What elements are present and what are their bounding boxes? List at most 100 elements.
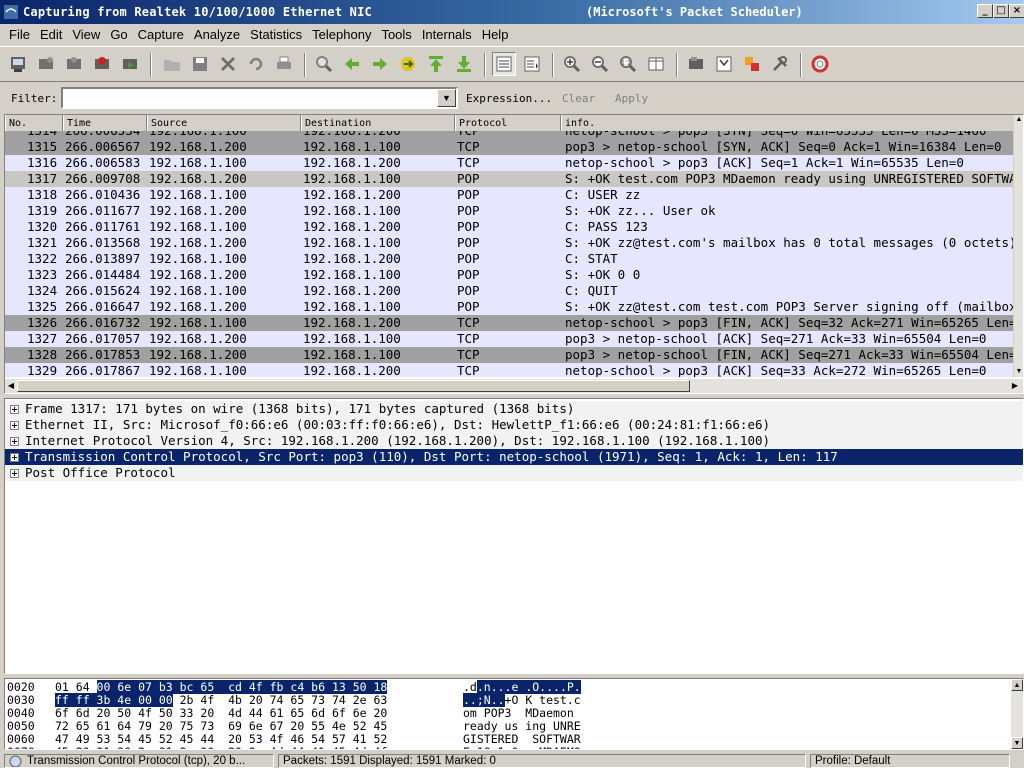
packet-row[interactable]: 1323 266.014484 192.168.1.200 192.168.1.100…: [5, 267, 1014, 283]
detail-tree-item[interactable]: Ethernet II, Src: Microsof_f0:66:e6 (00:…: [5, 417, 1023, 433]
menu-edit[interactable]: Edit: [35, 25, 67, 45]
filter-dropdown-button[interactable]: ▼: [437, 89, 456, 107]
zoom-in-icon[interactable]: [560, 52, 584, 76]
packet-list-rows[interactable]: 1314266.006334192.168.1.100192.168.1.200…: [5, 131, 1014, 377]
menu-help[interactable]: Help: [477, 25, 514, 45]
detail-tree-item[interactable]: Internet Protocol Version 4, Src: 192.16…: [5, 433, 1023, 449]
scroll-down-icon[interactable]: ▼: [1011, 737, 1023, 749]
packet-row[interactable]: 1319 266.011677 192.168.1.200 192.168.1.100…: [5, 203, 1014, 219]
title-bar[interactable]: Capturing from Realtek 10/100/1000 Ether…: [0, 0, 1024, 24]
menu-capture[interactable]: Capture: [133, 25, 189, 45]
column-header-info[interactable]: info.: [561, 115, 1015, 131]
detail-tree-item[interactable]: Post Office Protocol: [5, 465, 1023, 481]
packet-row[interactable]: 1328 266.017853 192.168.1.200 192.168.1.100…: [5, 347, 1014, 363]
packet-row[interactable]: 1321 266.013568 192.168.1.200 192.168.1.100…: [5, 235, 1014, 251]
scroll-up-icon[interactable]: ▲: [1011, 679, 1023, 691]
start-capture-icon[interactable]: [62, 52, 86, 76]
expand-icon[interactable]: [10, 437, 19, 446]
save-file-icon[interactable]: [188, 52, 212, 76]
coloring-rules-icon[interactable]: [740, 52, 764, 76]
restart-capture-icon[interactable]: [118, 52, 142, 76]
packet-row[interactable]: 1317 266.009708 192.168.1.200 192.168.1.100…: [5, 171, 1014, 187]
detail-tree-item[interactable]: Transmission Control Protocol, Src Port:…: [5, 449, 1023, 465]
go-to-last-icon[interactable]: [452, 52, 476, 76]
status-indicator-icon[interactable]: [9, 755, 22, 768]
find-packet-icon[interactable]: [312, 52, 336, 76]
packet-bytes-pane[interactable]: ▲ ▼ 0020 01 64 00 6e 07 b3 bc 65 cd 4f fb…: [4, 678, 1024, 750]
preferences-icon[interactable]: [768, 52, 792, 76]
packet-row[interactable]: 1320 266.011761 192.168.1.100 192.168.1.200…: [5, 219, 1014, 235]
interfaces-icon[interactable]: [6, 52, 30, 76]
zoom-out-icon[interactable]: [588, 52, 612, 76]
menu-file[interactable]: File: [4, 25, 35, 45]
packet-row[interactable]: 1329 266.017867 192.168.1.100 192.168.1.200…: [5, 363, 1014, 377]
menu-internals[interactable]: Internals: [417, 25, 477, 45]
packet-row[interactable]: 1327 266.017057 192.168.1.200 192.168.1.100…: [5, 331, 1014, 347]
auto-scroll-icon[interactable]: [520, 52, 544, 76]
expand-icon[interactable]: [10, 453, 19, 462]
display-filters-icon[interactable]: [712, 52, 736, 76]
packet-details-pane[interactable]: Frame 1317: 171 bytes on wire (1368 bits…: [4, 398, 1024, 674]
capture-options-icon[interactable]: [34, 52, 58, 76]
expand-icon[interactable]: [10, 405, 19, 414]
menu-tools[interactable]: Tools: [376, 25, 416, 45]
close-button[interactable]: ×: [1009, 4, 1024, 18]
scroll-right-icon[interactable]: ▶: [1009, 380, 1021, 392]
stop-capture-icon[interactable]: [90, 52, 114, 76]
packet-row[interactable]: 1316 266.006583 192.168.1.100 192.168.1.200…: [5, 155, 1014, 171]
go-to-packet-icon[interactable]: [396, 52, 420, 76]
packet-row[interactable]: 1315 266.006567 192.168.1.200 192.168.1.100…: [5, 139, 1014, 155]
packet-cell-src: 192.168.1.100: [149, 155, 247, 170]
scroll-down-icon[interactable]: ▼: [1014, 367, 1023, 377]
packet-row[interactable]: 1324 266.015624 192.168.1.100 192.168.1.200…: [5, 283, 1014, 299]
clear-button[interactable]: Clear: [562, 92, 595, 105]
column-header-no[interactable]: No.: [5, 115, 63, 131]
packet-row[interactable]: 1318 266.010436 192.168.1.100 192.168.1.200…: [5, 187, 1014, 203]
close-file-icon[interactable]: [216, 52, 240, 76]
reload-icon[interactable]: [244, 52, 268, 76]
packet-cell-time: 266.006567: [65, 139, 141, 154]
packet-cell-dst: 192.168.1.100: [303, 139, 401, 154]
packet-row[interactable]: 1325 266.016647 192.168.1.200 192.168.1.100…: [5, 299, 1014, 315]
packet-list-vertical-scrollbar[interactable]: ▲ ▼: [1013, 115, 1023, 377]
detail-tree-item[interactable]: Frame 1317: 171 bytes on wire (1368 bits…: [5, 401, 1023, 417]
hex-ascii[interactable]: E 10.1.0 <MDAEMO: [463, 746, 581, 750]
zoom-normal-icon[interactable]: 1:1: [616, 52, 640, 76]
hex-bytes[interactable]: 45 20 31 30 2e 31 2e 30 20 3c 4d 44 41 4…: [55, 746, 387, 750]
expression-button[interactable]: Expression...: [466, 92, 552, 105]
scroll-left-icon[interactable]: ◀: [5, 380, 17, 392]
menu-view[interactable]: View: [67, 25, 105, 45]
colorize-icon[interactable]: [492, 52, 516, 76]
scroll-up-icon[interactable]: ▲: [1014, 115, 1023, 125]
open-file-icon[interactable]: [160, 52, 184, 76]
menu-go[interactable]: Go: [105, 25, 132, 45]
status-profile[interactable]: Profile: Default: [810, 754, 1010, 768]
column-header-protocol[interactable]: Protocol: [455, 115, 561, 131]
expand-icon[interactable]: [10, 469, 19, 478]
menu-telephony[interactable]: Telephony: [307, 25, 376, 45]
packet-list-horizontal-scrollbar[interactable]: ◀ ▶: [5, 379, 1023, 393]
minimize-button[interactable]: _: [977, 4, 993, 18]
packet-row[interactable]: 1322 266.013897 192.168.1.100 192.168.1.200…: [5, 251, 1014, 267]
apply-button[interactable]: Apply: [615, 92, 648, 105]
maximize-button[interactable]: □: [993, 4, 1009, 18]
filter-input[interactable]: [61, 87, 458, 109]
print-icon[interactable]: [272, 52, 296, 76]
horizontal-scroll-thumb[interactable]: [17, 380, 690, 392]
packet-row[interactable]: 1314266.006334192.168.1.100192.168.1.200…: [5, 131, 1014, 139]
column-header-source[interactable]: Source: [147, 115, 301, 131]
packet-row[interactable]: 1326 266.016732 192.168.1.100 192.168.1.200…: [5, 315, 1014, 331]
menu-analyze[interactable]: Analyze: [189, 25, 245, 45]
column-header-time[interactable]: Time: [63, 115, 147, 131]
go-forward-icon[interactable]: [368, 52, 392, 76]
resize-columns-icon[interactable]: [644, 52, 668, 76]
packet-list-pane[interactable]: No. Time Source Destination Protocol info. 13…: [4, 114, 1024, 394]
go-to-first-icon[interactable]: [424, 52, 448, 76]
help-icon[interactable]: [808, 52, 832, 76]
menu-statistics[interactable]: Statistics: [245, 25, 307, 45]
expand-icon[interactable]: [10, 421, 19, 430]
go-back-icon[interactable]: [340, 52, 364, 76]
column-header-destination[interactable]: Destination: [301, 115, 455, 131]
bytes-vertical-scrollbar[interactable]: ▲ ▼: [1011, 679, 1023, 749]
capture-filters-icon[interactable]: [684, 52, 708, 76]
